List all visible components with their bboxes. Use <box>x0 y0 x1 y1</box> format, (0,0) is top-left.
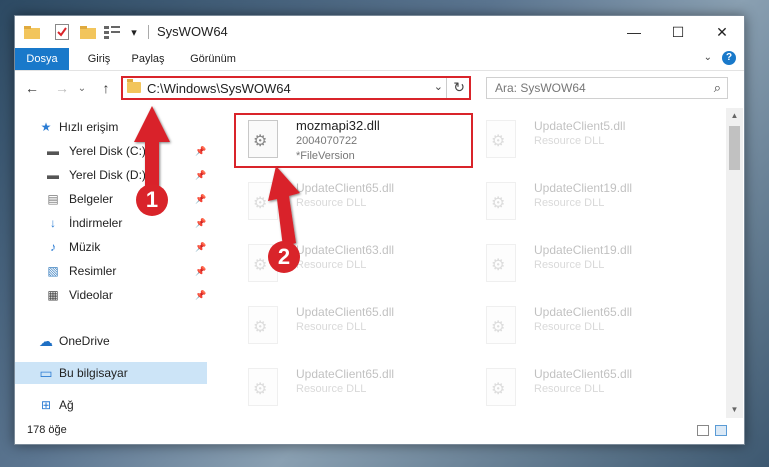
arrow-1 <box>134 106 170 192</box>
step-2-badge: 2 <box>268 241 300 273</box>
arrow-2 <box>268 166 300 247</box>
step-1-badge: 1 <box>136 184 168 216</box>
annotation-arrows <box>134 106 300 247</box>
